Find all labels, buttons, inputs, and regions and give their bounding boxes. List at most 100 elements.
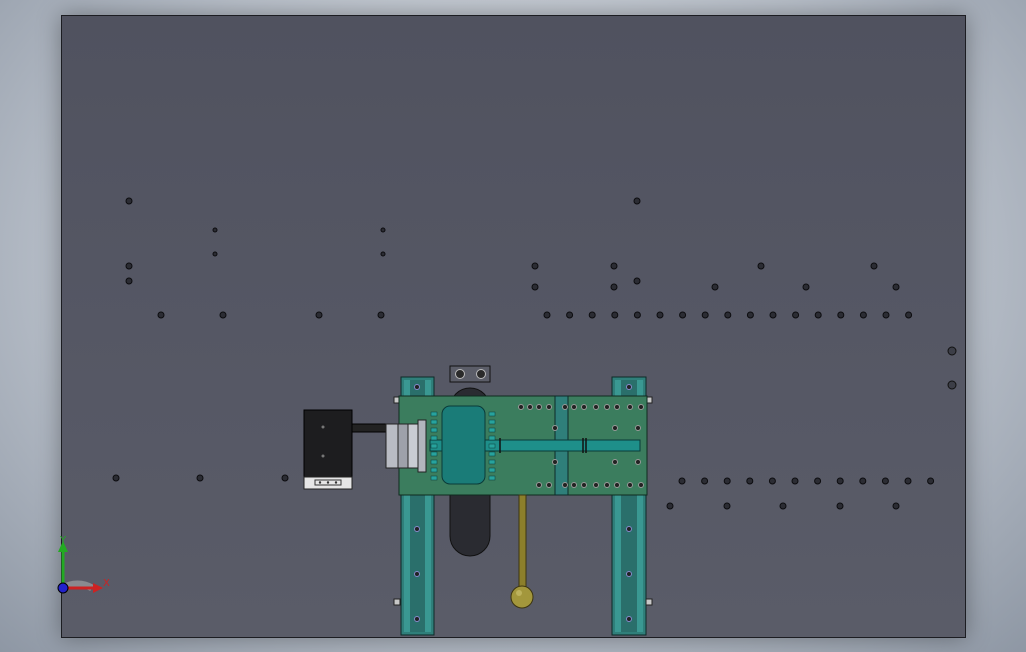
model-overlay[interactable]: Y X [0, 0, 1026, 652]
plate-hole [581, 482, 587, 488]
plate-hole [571, 482, 577, 488]
plate-hole [792, 311, 800, 319]
plate-hole [859, 311, 867, 319]
plate-hole [701, 477, 709, 485]
plate-hole [531, 262, 539, 270]
plate-hole [581, 404, 587, 410]
top-bracket[interactable] [449, 365, 491, 383]
axis-y-label: Y [59, 535, 67, 546]
plate-hole [723, 502, 731, 510]
plate-hole [638, 404, 644, 410]
plate-hole [157, 311, 165, 319]
plate-hole [531, 283, 539, 291]
plate-hole [604, 482, 610, 488]
plate-hole [593, 482, 599, 488]
plate-hole [633, 197, 641, 205]
plate-hole [125, 262, 133, 270]
plate-hole [638, 482, 644, 488]
plate-hole [626, 571, 632, 577]
plate-hole [604, 404, 610, 410]
plate-hole [779, 502, 787, 510]
plate-hole [746, 477, 754, 485]
plate-hole [768, 477, 776, 485]
plate-hole [281, 474, 289, 482]
plate-hole [571, 404, 577, 410]
plate-hole [627, 482, 633, 488]
plate-hole [904, 477, 912, 485]
control-handle[interactable] [510, 494, 534, 609]
plate-hole [610, 283, 618, 291]
plate-hole [414, 384, 420, 390]
motor-shaft [351, 423, 389, 433]
plate-hole [837, 311, 845, 319]
plate-hole [414, 571, 420, 577]
plate-hole [196, 474, 204, 482]
plate-hole [791, 477, 799, 485]
plate-hole [870, 262, 878, 270]
plate-hole [802, 283, 810, 291]
plate-hole [769, 311, 777, 319]
plate-hole [610, 262, 618, 270]
plate-hole [633, 277, 641, 285]
plate-hole [626, 526, 632, 532]
plate-hole [546, 404, 552, 410]
plate-hole [212, 227, 218, 233]
plate-hole [414, 616, 420, 622]
plate-hole [927, 477, 935, 485]
plate-hole [892, 283, 900, 291]
plate-hole [614, 482, 620, 488]
plate-hole [905, 311, 913, 319]
plate-hole [678, 477, 686, 485]
plate-hole [380, 251, 386, 257]
plate-hole [635, 459, 641, 465]
plate-hole [518, 404, 524, 410]
plate-hole [633, 311, 641, 319]
plate-hole [212, 251, 218, 257]
axis-triad: Y X [57, 535, 110, 594]
plate-hole [588, 311, 596, 319]
plate-hole [666, 502, 674, 510]
plate-hole [566, 311, 574, 319]
plate-hole [315, 311, 323, 319]
plate-hole [892, 502, 900, 510]
stepper-motor[interactable] [303, 409, 353, 490]
plate-hole [881, 477, 889, 485]
graphics-viewport[interactable]: Y X [0, 0, 1026, 652]
plate-hole [536, 404, 542, 410]
plate-hole [612, 425, 618, 431]
plate-hole [614, 404, 620, 410]
plate-hole [562, 482, 568, 488]
plate-hole [536, 482, 542, 488]
plate-hole [724, 311, 732, 319]
plate-hole [543, 311, 551, 319]
plate-hole [836, 477, 844, 485]
plate-hole [112, 474, 120, 482]
plate-hole [414, 526, 420, 532]
plate-hole [635, 425, 641, 431]
plate-hole [527, 404, 533, 410]
plate-hole [626, 384, 632, 390]
plate-hole [546, 482, 552, 488]
plate-hole [627, 404, 633, 410]
plate-hole [562, 404, 568, 410]
plate-hole [552, 425, 558, 431]
plate-hole [814, 311, 822, 319]
axis-x-label: X [103, 578, 110, 589]
plate-hole [859, 477, 867, 485]
plate-hole [626, 616, 632, 622]
plate-hole [711, 283, 719, 291]
plate-hole [814, 477, 822, 485]
plate-hole [552, 459, 558, 465]
plate-hole-large [947, 380, 957, 390]
plate-hole [219, 311, 227, 319]
plate-hole [701, 311, 709, 319]
plate-hole-large [947, 346, 957, 356]
plate-hole [377, 311, 385, 319]
plate-hole [723, 477, 731, 485]
plate-hole [656, 311, 664, 319]
plate-hole [380, 227, 386, 233]
plate-hole [611, 311, 619, 319]
shaft-coupling[interactable] [385, 419, 427, 473]
plate-hole [882, 311, 890, 319]
plate-hole [746, 311, 754, 319]
